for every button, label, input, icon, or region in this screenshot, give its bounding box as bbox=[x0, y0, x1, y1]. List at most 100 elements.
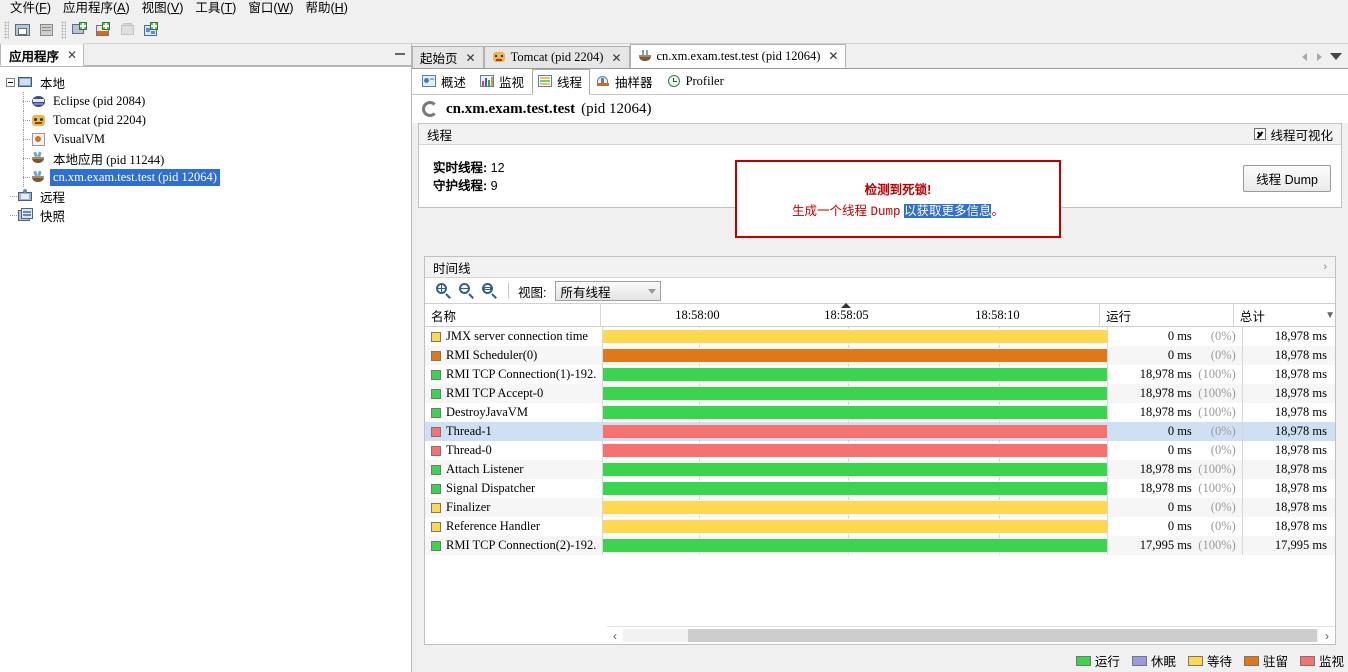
add-remote-host-icon[interactable] bbox=[69, 19, 91, 41]
view-select[interactable]: 所有线程 bbox=[555, 281, 662, 301]
tree-item-label: 本地 bbox=[40, 77, 66, 91]
timeline-hscrollbar[interactable]: ‹ › bbox=[607, 626, 1335, 644]
stop-icon[interactable] bbox=[117, 19, 139, 41]
computer-icon bbox=[17, 74, 34, 91]
thread-state-bar bbox=[603, 406, 1107, 419]
tab-scroll-left-icon[interactable] bbox=[1298, 45, 1312, 67]
thread-timeline-cell bbox=[603, 384, 1108, 403]
table-row[interactable]: Signal Dispatcher 18,978 ms (100%) 18,978 m… bbox=[425, 479, 1335, 498]
document-tab-0[interactable]: 起始页 ✕ bbox=[412, 46, 484, 68]
tree-item-5[interactable]: cn.xm.exam.test.test (pid 12064) bbox=[4, 168, 411, 187]
tree-item-3[interactable]: VisualVM bbox=[4, 130, 411, 149]
menu-help[interactable]: 帮助(H) bbox=[300, 0, 354, 17]
timeline-marker-icon bbox=[841, 303, 852, 308]
scrollbar-track[interactable] bbox=[623, 629, 1319, 642]
zoom-out-icon[interactable] bbox=[458, 282, 476, 300]
running-time-value: 0 ms bbox=[1167, 519, 1192, 533]
subtab-4[interactable]: Profiler bbox=[661, 71, 732, 93]
tab-applications[interactable]: 应用程序 ✕ bbox=[0, 43, 85, 66]
legend-label: 驻留 bbox=[1262, 655, 1288, 669]
tree-item-2[interactable]: Tomcat (pid 2204) bbox=[4, 111, 411, 130]
legend-swatch bbox=[1187, 655, 1203, 666]
close-icon[interactable]: ✕ bbox=[67, 48, 77, 62]
table-row[interactable]: Reference Handler 0 ms (0%) 18,978 ms bbox=[425, 517, 1335, 536]
thread-state-bar bbox=[603, 330, 1107, 343]
load-snapshot-icon[interactable] bbox=[12, 19, 34, 41]
column-header-running[interactable]: 运行 bbox=[1100, 304, 1234, 326]
tree-item-4[interactable]: 本地应用 (pid 11244) bbox=[4, 149, 411, 168]
tree-gutter bbox=[4, 168, 17, 187]
table-row[interactable]: Thread-1 0 ms (0%) 18,978 ms bbox=[425, 422, 1335, 441]
column-chooser-icon[interactable]: ▼ bbox=[1325, 310, 1335, 321]
scroll-right-icon[interactable]: › bbox=[1319, 628, 1335, 643]
scroll-left-icon[interactable]: ‹ bbox=[607, 628, 623, 643]
thread-state-bar bbox=[603, 387, 1107, 400]
add-application-icon[interactable] bbox=[141, 19, 163, 41]
running-time-cell: 0 ms (0%) bbox=[1108, 498, 1243, 517]
visualvm-icon bbox=[30, 131, 47, 148]
tree-item-0[interactable]: 本地 bbox=[4, 73, 411, 92]
thread-state-swatch bbox=[431, 483, 441, 494]
thread-name-cell: RMI TCP Accept-0 bbox=[425, 384, 604, 403]
menu-view[interactable]: 视图(V) bbox=[136, 0, 190, 17]
legend-item: 监视 bbox=[1299, 651, 1344, 670]
table-row[interactable]: Attach Listener 18,978 ms (100%) 18,978 ms bbox=[425, 460, 1335, 479]
deadlock-warning: 检测到死锁! 生成一个线程 Dump 以获取更多信息。 bbox=[735, 160, 1061, 238]
tree-item-7[interactable]: 快照 bbox=[4, 206, 411, 225]
save-snapshot-icon[interactable] bbox=[36, 19, 58, 41]
tab-scroll-right-icon[interactable] bbox=[1312, 45, 1326, 67]
tree-item-label: Eclipse (pid 2084) bbox=[53, 94, 146, 108]
menu-window[interactable]: 窗口(W) bbox=[242, 0, 299, 17]
tab-list-dropdown-icon[interactable] bbox=[1330, 52, 1342, 60]
table-row[interactable]: Finalizer 0 ms (0%) 18,978 ms bbox=[425, 498, 1335, 517]
table-row[interactable]: RMI TCP Accept-0 18,978 ms (100%) 18,978 ms bbox=[425, 384, 1335, 403]
zoom-in-icon[interactable] bbox=[435, 282, 453, 300]
add-jmx-connection-icon[interactable] bbox=[93, 19, 115, 41]
thread-name-cell: RMI TCP Connection(2)-192. bbox=[425, 536, 604, 555]
thread-state-swatch bbox=[431, 350, 441, 361]
thread-name-label: RMI TCP Connection(2)-192. bbox=[446, 538, 597, 552]
table-row[interactable]: RMI TCP Connection(1)-192. 18,978 ms (100%… bbox=[425, 365, 1335, 384]
expand-icon[interactable]: › bbox=[1323, 261, 1327, 273]
subtab-1[interactable]: 监视 bbox=[474, 69, 532, 95]
column-header-total[interactable]: 总计 bbox=[1234, 304, 1325, 326]
tree-item-label: 快照 bbox=[40, 210, 66, 224]
subtab-0[interactable]: 概述 bbox=[416, 69, 474, 95]
table-row[interactable]: RMI TCP Connection(2)-192. 17,995 ms (100%… bbox=[425, 536, 1335, 555]
document-tab-1[interactable]: Tomcat (pid 2204) ✕ bbox=[483, 46, 630, 68]
threads-header-label: 线程 bbox=[427, 128, 453, 143]
column-header-name[interactable]: 名称 bbox=[425, 304, 602, 326]
tree-item-1[interactable]: Eclipse (pid 2084) bbox=[4, 92, 411, 111]
menu-tools[interactable]: 工具(T) bbox=[189, 0, 242, 17]
close-icon[interactable]: ✕ bbox=[828, 49, 838, 63]
table-row[interactable]: RMI Scheduler(0) 0 ms (0%) 18,978 ms bbox=[425, 346, 1335, 365]
close-icon[interactable]: ✕ bbox=[611, 51, 621, 65]
thread-dump-button[interactable]: 线程 Dump bbox=[1243, 165, 1331, 192]
minimize-icon[interactable] bbox=[395, 53, 405, 55]
thread-state-swatch bbox=[431, 426, 441, 437]
thread-name-cell: Reference Handler bbox=[425, 517, 604, 536]
document-tab-2[interactable]: cn.xm.exam.test.test (pid 12064) ✕ bbox=[629, 44, 847, 68]
main-toolbar bbox=[0, 17, 1348, 44]
menu-applications[interactable]: 应用程序(A) bbox=[57, 0, 136, 17]
table-row[interactable]: Thread-0 0 ms (0%) 18,978 ms bbox=[425, 441, 1335, 460]
subtab-3[interactable]: 抽样器 bbox=[590, 69, 661, 95]
thread-visualization-checkbox[interactable] bbox=[1254, 128, 1267, 140]
scrollbar-thumb[interactable] bbox=[688, 629, 1317, 642]
tree-expander-icon[interactable] bbox=[6, 78, 15, 87]
daemon-threads-value: 9 bbox=[490, 179, 498, 193]
table-row[interactable]: JMX server connection time 0 ms (0%) 18,978… bbox=[425, 327, 1335, 346]
close-icon[interactable]: ✕ bbox=[466, 51, 476, 65]
zoom-fit-icon[interactable] bbox=[481, 282, 499, 300]
thread-name-cell: Attach Listener bbox=[425, 460, 604, 479]
subtab-2[interactable]: 线程 bbox=[532, 68, 591, 95]
tree-item-6[interactable]: 远程 bbox=[4, 187, 411, 206]
deadlock-text-highlight[interactable]: 以获取更多信息 bbox=[903, 204, 992, 218]
menu-file[interactable]: 文件(F) bbox=[4, 0, 57, 17]
thread-state-swatch bbox=[431, 502, 441, 513]
tomcat-icon bbox=[492, 50, 507, 65]
running-time-percent: (100%) bbox=[1198, 386, 1236, 400]
java-icon bbox=[638, 49, 653, 64]
running-time-value: 18,978 ms bbox=[1139, 462, 1192, 476]
table-row[interactable]: DestroyJavaVM 18,978 ms (100%) 18,978 ms bbox=[425, 403, 1335, 422]
